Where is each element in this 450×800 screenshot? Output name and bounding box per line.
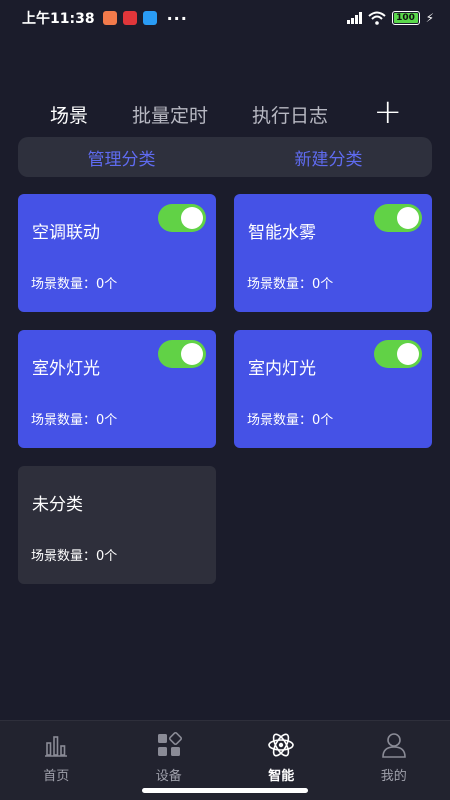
nav-item-home[interactable]: 首页 [0, 721, 113, 800]
card-title: 未分类 [32, 495, 83, 515]
category-card-indoor-light[interactable]: 室内灯光 场景数量：0个 [234, 330, 432, 448]
charging-icon: ⚡ [425, 11, 434, 25]
category-card-outdoor-light[interactable]: 室外灯光 场景数量：0个 [18, 330, 216, 448]
nav-label: 设备 [155, 769, 182, 784]
nav-item-mine[interactable]: 我的 [338, 721, 450, 800]
toggle-knob [397, 343, 419, 365]
status-indicators: 100 ⚡ [346, 11, 434, 25]
status-time: 上午11:38 [22, 11, 95, 27]
wifi-icon [367, 11, 386, 25]
cell-signal-icon [346, 12, 362, 24]
toggle-knob [397, 207, 419, 229]
more-dots-icon: ··· [166, 8, 188, 28]
card-count: 场景数量：0个 [31, 277, 118, 292]
app-icon-1 [102, 11, 117, 25]
atom-icon [268, 733, 295, 757]
category-bar: 管理分类 新建分类 [18, 137, 432, 177]
toggle-knob [181, 343, 203, 365]
card-count: 场景数量：0个 [31, 549, 118, 564]
user-icon [381, 733, 406, 758]
tab-scene[interactable]: 场景 [50, 101, 88, 128]
card-count: 场景数量：0个 [247, 413, 334, 428]
tab-batch-timer[interactable]: 批量定时 [132, 101, 208, 128]
card-toggle[interactable] [158, 204, 206, 232]
add-icon[interactable]: + [374, 92, 403, 132]
app-icon-3 [142, 11, 157, 25]
tab-execution-log[interactable]: 执行日志 [252, 101, 328, 128]
manage-category-button[interactable]: 管理分类 [18, 145, 225, 170]
nav-label: 智能 [268, 769, 295, 784]
app-icon-2 [122, 11, 137, 25]
create-category-button[interactable]: 新建分类 [225, 145, 432, 170]
category-card-uncategorized[interactable]: 未分类 场景数量：0个 [18, 466, 216, 584]
battery-icon: 100 [391, 11, 420, 25]
top-tabs: 场景 批量定时 执行日志 + [50, 92, 410, 132]
card-toggle[interactable] [158, 340, 206, 368]
home-indicator[interactable] [142, 788, 308, 793]
toggle-knob [181, 207, 203, 229]
category-card-ac-linkage[interactable]: 空调联动 场景数量：0个 [18, 194, 216, 312]
bar-chart-icon [45, 736, 68, 757]
card-count: 场景数量：0个 [31, 413, 118, 428]
battery-level: 100 [396, 13, 415, 23]
devices-icon [157, 731, 182, 756]
card-toggle[interactable] [374, 204, 422, 232]
status-bar: 上午11:38 ··· 100 ⚡ [0, 0, 450, 36]
category-card-smart-mist[interactable]: 智能水雾 场景数量：0个 [234, 194, 432, 312]
nav-label: 首页 [43, 769, 70, 784]
nav-label: 我的 [380, 769, 407, 784]
card-toggle[interactable] [374, 340, 422, 368]
card-count: 场景数量：0个 [247, 277, 334, 292]
